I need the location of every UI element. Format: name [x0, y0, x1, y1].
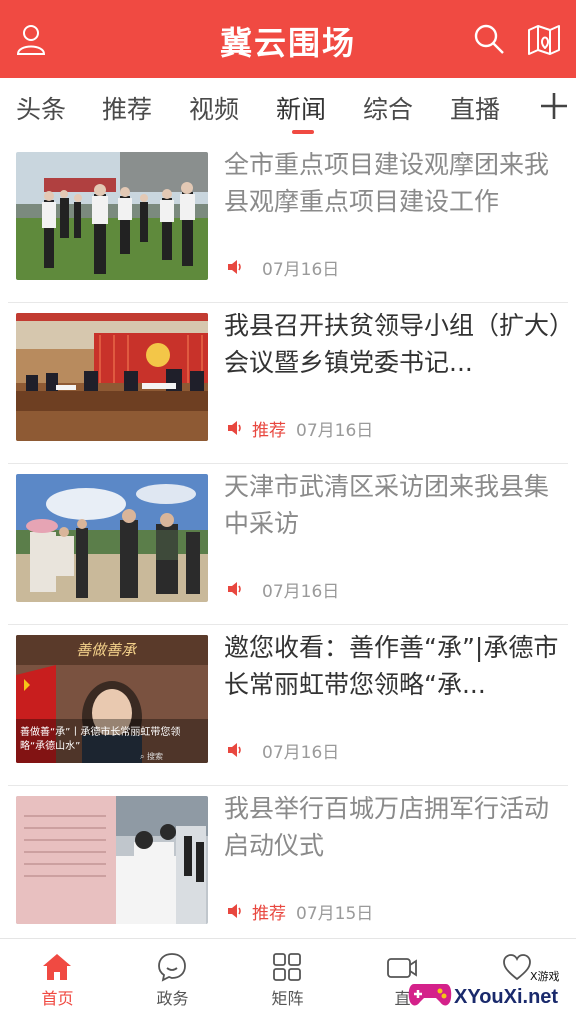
speaker-icon[interactable] — [226, 580, 244, 598]
news-title: 我县举行百城万店拥军行活动启动仪式 — [224, 794, 550, 860]
news-item[interactable]: 天津市武清区采访团来我县集中采访 07月16日 — [0, 464, 576, 625]
chat-bubble-icon — [156, 951, 188, 983]
home-icon — [41, 951, 73, 983]
news-date: 07月16日 — [262, 581, 340, 602]
nav-label: 政务 — [156, 989, 189, 1008]
nav-matrix[interactable]: 矩阵 — [230, 939, 345, 1024]
grid-icon — [271, 951, 303, 983]
news-meta: 07月16日 — [226, 738, 340, 763]
news-title: 邀您收看：善作善“承”|承德市长常丽虹带您领略“承... — [224, 633, 559, 699]
news-title: 全市重点项目建设观摩团来我县观摩重点项目建设工作 — [224, 150, 550, 216]
search-icon[interactable] — [472, 22, 506, 56]
news-item[interactable]: 全市重点项目建设观摩团来我县观摩重点项目建设工作 07月16日 — [0, 142, 576, 303]
speaker-icon[interactable] — [226, 419, 244, 437]
news-date: 07月16日 — [262, 742, 340, 763]
speaker-icon[interactable] — [226, 741, 244, 759]
news-meta: 推荐 07月16日 — [226, 416, 374, 441]
news-thumbnail — [16, 796, 208, 924]
tab-headlines[interactable]: 头条 — [16, 90, 66, 126]
watermark: X游戏 XYouXi.net — [402, 960, 572, 1020]
news-item[interactable]: 我县举行百城万店拥军行活动启动仪式 推荐 07月15日 — [0, 786, 576, 947]
nav-government[interactable]: 政务 — [115, 939, 230, 1024]
news-date: 07月15日 — [296, 903, 374, 924]
news-date: 07月16日 — [262, 259, 340, 280]
tab-general[interactable]: 综合 — [363, 90, 413, 126]
thumbnail-search-label: ⌕ 搜索 — [140, 752, 164, 761]
news-date: 07月16日 — [296, 420, 374, 441]
add-tab-icon[interactable] — [538, 90, 570, 122]
news-thumbnail — [16, 313, 208, 441]
speaker-icon[interactable] — [226, 258, 244, 276]
nav-home[interactable]: 首页 — [0, 939, 115, 1024]
thumbnail-caption-2: 略“承德山水” — [20, 741, 81, 752]
news-tag: 推荐 — [252, 903, 286, 924]
news-meta: 推荐 07月15日 — [226, 899, 374, 924]
news-title: 我县召开扶贫领导小组（扩大）会议暨乡镇党委书记... — [224, 311, 562, 377]
news-thumbnail — [16, 152, 208, 280]
speaker-icon[interactable] — [226, 902, 244, 920]
tab-recommended[interactable]: 推荐 — [102, 90, 152, 126]
news-thumbnail — [16, 474, 208, 602]
tab-news[interactable]: 新闻 — [276, 90, 326, 126]
news-thumbnail: 善做善承 善做善“承”丨承德市长常丽虹带您领 略“承德山水” ⌕ 搜索 — [16, 635, 208, 763]
thumbnail-banner-text: 善做善承 — [76, 641, 137, 659]
nav-label: 矩阵 — [271, 989, 304, 1008]
nav-label: 首页 — [41, 989, 74, 1008]
watermark-text: XYouXi.net — [454, 986, 559, 1008]
news-meta: 07月16日 — [226, 255, 340, 280]
thumbnail-caption: 善做善“承”丨承德市长常丽虹带您领 — [20, 727, 181, 738]
news-item[interactable]: 我县召开扶贫领导小组（扩大）会议暨乡镇党委书记... 推荐 07月16日 — [0, 303, 576, 464]
active-tab-indicator — [292, 130, 314, 134]
news-item[interactable]: 善做善承 善做善“承”丨承德市长常丽虹带您领 略“承德山水” ⌕ 搜索 邀您收看… — [0, 625, 576, 786]
tab-video[interactable]: 视频 — [189, 90, 239, 126]
gamepad-logo-icon — [408, 984, 452, 1006]
news-title: 天津市武清区采访团来我县集中采访 — [224, 472, 550, 538]
app-header: 冀云围场 — [0, 0, 576, 78]
watermark-small-text: X游戏 — [530, 970, 560, 983]
news-meta: 07月16日 — [226, 577, 340, 602]
news-tag: 推荐 — [252, 420, 286, 441]
map-icon[interactable] — [526, 22, 562, 56]
category-tabs: 头条 推荐 视频 新闻 综合 直播 — [0, 78, 576, 142]
tab-live[interactable]: 直播 — [450, 90, 500, 126]
